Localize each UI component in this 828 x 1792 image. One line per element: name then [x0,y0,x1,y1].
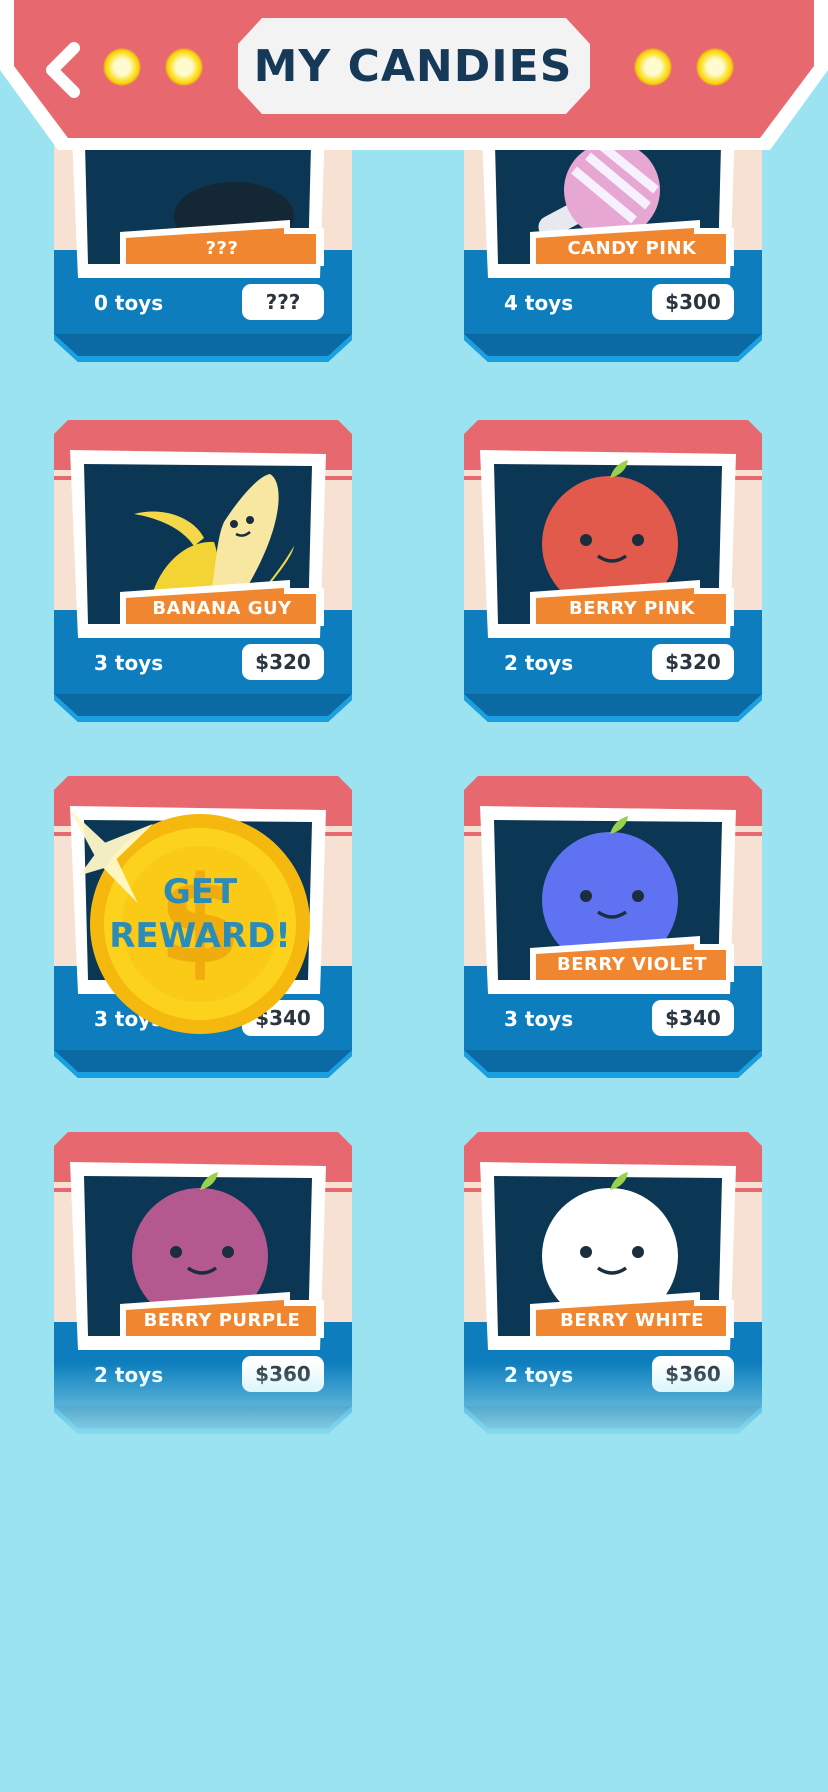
light-bulb-icon [103,48,141,86]
price-badge[interactable]: $320 [652,644,734,680]
card-name: BERRY WHITE [560,1309,704,1331]
candy-card-berry-violet[interactable]: BERRY VIOLET 3 toys $340 [464,776,762,1078]
price-badge[interactable]: ??? [242,284,324,320]
card-name: BERRY VIOLET [556,953,708,975]
price-badge[interactable]: $300 [652,284,734,320]
chevron-left-icon[interactable] [40,42,90,98]
header-bar: MY CANDIES [0,0,828,160]
toys-count: 4 toys [504,291,574,315]
card-name: ??? [205,237,239,259]
candy-card-berry-white[interactable]: BERRY WHITE 2 toys $360 [464,1132,762,1434]
candy-card-berry-pink[interactable]: BERRY PINK 2 toys $320 [464,420,762,722]
card-name: BANANA GUY [152,597,292,619]
light-bulb-icon [634,48,672,86]
toys-count: 2 toys [504,651,574,675]
toys-count: 0 toys [94,291,164,315]
candy-card-berry-purple[interactable]: BERRY PURPLE 2 toys $360 [54,1132,352,1434]
toys-count: 2 toys [94,1363,164,1387]
sparkle-icon [70,809,154,903]
price-badge[interactable]: $340 [652,1000,734,1036]
page-title: MY CANDIES [253,40,573,92]
light-bulb-icon [165,48,203,86]
card-name: BERRY PINK [569,597,695,619]
card-name: BERRY PURPLE [143,1309,301,1331]
candy-card-banana-guy[interactable]: BANANA GUY 3 toys $320 [54,420,352,722]
toys-count: 2 toys [504,1363,574,1387]
light-bulb-icon [696,48,734,86]
price-badge[interactable]: $360 [242,1356,324,1392]
candies-screen: ??? 0 toys ??? CANDY PINK 4 toys $300 BA… [0,0,828,1792]
card-name: CANDY PINK [567,237,697,259]
reward-line-2: REWARD! [109,916,291,956]
price-badge[interactable]: $360 [652,1356,734,1392]
toys-count: 3 toys [504,1007,574,1031]
price-badge[interactable]: $320 [242,644,324,680]
toys-count: 3 toys [94,651,164,675]
